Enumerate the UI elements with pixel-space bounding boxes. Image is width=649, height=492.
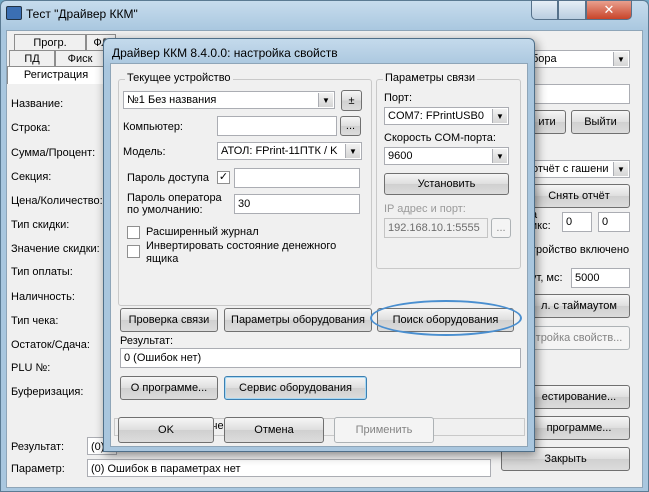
ok-button[interactable]: OK	[118, 417, 214, 443]
timeout-input[interactable]: 5000	[571, 268, 630, 288]
access-password-checkbox[interactable]: ✓	[217, 171, 230, 184]
model-combo[interactable]: АТОЛ: FPrint-11ПТК / K ▼	[217, 142, 362, 160]
main-param-field: (0) Ошибок в параметрах нет	[87, 459, 491, 477]
ip-label: IP адрес и порт:	[384, 203, 466, 215]
label-check-type: Тип чека:	[11, 315, 59, 327]
dialog-about-button[interactable]: О программе...	[120, 376, 218, 400]
chevron-down-icon: ▼	[613, 52, 628, 66]
chevron-down-icon: ▼	[492, 109, 507, 123]
label-payment-type: Тип оплаты:	[11, 266, 73, 278]
check-connection-button[interactable]: Проверка связи	[120, 308, 218, 332]
tab-progr[interactable]: Прогр.	[14, 34, 86, 51]
cancel-report-button[interactable]: Снять отчёт	[528, 184, 630, 208]
speed-combo[interactable]: 9600 ▼	[384, 147, 509, 165]
exit-button[interactable]: Выйти	[571, 110, 630, 134]
chevron-down-icon: ▼	[613, 162, 628, 176]
computer-browse-button[interactable]: ...	[340, 116, 361, 136]
dialog-result-field: 0 (Ошибок нет)	[120, 348, 521, 368]
testing-button[interactable]: естирование...	[528, 385, 630, 409]
report-type-value: отчёт с гашение	[532, 163, 609, 175]
main-combo-bora[interactable]: бора ▼	[528, 50, 630, 68]
operator-password-input[interactable]: 30	[234, 194, 360, 214]
equipment-params-button[interactable]: Параметры оборудования	[224, 308, 372, 332]
label-timeout: ут, мс:	[531, 272, 563, 284]
connection-title: Параметры связи	[383, 72, 478, 84]
chevron-down-icon: ▼	[345, 144, 360, 158]
model-label: Модель:	[123, 146, 166, 158]
access-password-input[interactable]	[234, 168, 360, 188]
ip-input[interactable]: 192.168.10.1:5555	[384, 218, 488, 238]
speed-combo-value: 9600	[388, 150, 413, 162]
tab-registration[interactable]: Регистрация	[7, 66, 105, 84]
operator-password-label-2: по умолчанию:	[127, 204, 203, 216]
port-combo[interactable]: COM7: FPrintUSB0 ▼	[384, 107, 509, 125]
timeout-button[interactable]: л. с таймаутом	[528, 294, 630, 318]
extended-journal-checkbox[interactable]	[127, 226, 140, 239]
device-combo[interactable]: №1 Без названия ▼	[123, 91, 335, 109]
main-param-label: Параметр:	[11, 463, 65, 475]
chevron-down-icon: ▼	[318, 93, 333, 107]
dialog-title: Драйвер ККМ 8.4.0.0: настройка свойств	[112, 46, 338, 60]
app-icon	[6, 6, 22, 20]
device-combo-value: №1 Без названия	[127, 94, 217, 106]
ip-browse-button[interactable]: ...	[491, 218, 511, 238]
invert-drawer-checkbox[interactable]	[127, 245, 140, 258]
chevron-down-icon: ▼	[492, 149, 507, 163]
device-on-status: тройство включено	[531, 244, 630, 256]
computer-label: Компьютер:	[123, 121, 183, 133]
computer-input[interactable]	[217, 116, 337, 136]
tab-fisk[interactable]: Фиск	[55, 50, 105, 67]
label-name: Название:	[11, 98, 64, 110]
model-combo-value: АТОЛ: FPrint-11ПТК / K	[221, 145, 338, 157]
main-about-button[interactable]: программе...	[528, 416, 630, 440]
equipment-service-button[interactable]: Сервис оборудования	[224, 376, 367, 400]
tab-pd[interactable]: ПД	[9, 50, 55, 67]
main-window-title: Тест "Драйвер ККМ"	[26, 7, 138, 21]
minimize-button[interactable]	[531, 0, 558, 20]
dialog-client-area: Текущее устройство №1 Без названия ▼ ± К…	[110, 63, 528, 447]
label-buffering: Буферизация:	[11, 386, 84, 398]
label-plu: PLU №:	[11, 362, 51, 374]
port-combo-value: COM7: FPrintUSB0	[388, 110, 484, 122]
plus-minus-button[interactable]: ±	[341, 90, 362, 111]
input-b[interactable]: 0	[598, 212, 630, 232]
label-sum-percent: Сумма/Процент:	[11, 147, 96, 159]
extended-journal-label: Расширенный журнал	[146, 226, 259, 238]
main-input-right[interactable]	[528, 84, 630, 104]
operator-password-label-1: Пароль оператора	[127, 192, 222, 204]
apply-button[interactable]: Применить	[334, 417, 434, 443]
access-password-label: Пароль доступа	[127, 172, 209, 184]
port-label: Порт:	[384, 92, 412, 104]
label-discount-value: Значение скидки:	[11, 243, 100, 255]
properties-dialog: Драйвер ККМ 8.4.0.0: настройка свойств Т…	[103, 38, 535, 452]
label-line: Строка:	[11, 122, 51, 134]
dialog-result-label: Результат:	[120, 335, 174, 347]
speed-label: Скорость COM-порта:	[384, 132, 496, 144]
label-cash: Наличность:	[11, 291, 75, 303]
label-section: Секция:	[11, 171, 52, 183]
annotation-oval	[370, 300, 522, 336]
close-button[interactable]: ✕	[586, 0, 632, 20]
report-type-combo[interactable]: отчёт с гашение ▼	[528, 160, 630, 178]
invert-drawer-label-1: Инвертировать состояние денежного	[146, 240, 337, 252]
label-discount-type: Тип скидки:	[11, 219, 70, 231]
setup-button[interactable]: Установить	[384, 173, 509, 195]
invert-drawer-label-2: ящика	[146, 253, 179, 265]
input-a[interactable]: 0	[562, 212, 592, 232]
cancel-button[interactable]: Отмена	[224, 417, 324, 443]
current-device-title: Текущее устройство	[125, 72, 233, 84]
main-combo-bora-value: бора	[532, 53, 557, 65]
maximize-button[interactable]	[558, 0, 586, 20]
main-result-label: Результат:	[11, 441, 65, 453]
label-change: Остаток/Сдача:	[11, 339, 90, 351]
label-price-qty: Цена/Количество:	[11, 195, 103, 207]
properties-button[interactable]: тройка свойств...	[528, 326, 630, 350]
